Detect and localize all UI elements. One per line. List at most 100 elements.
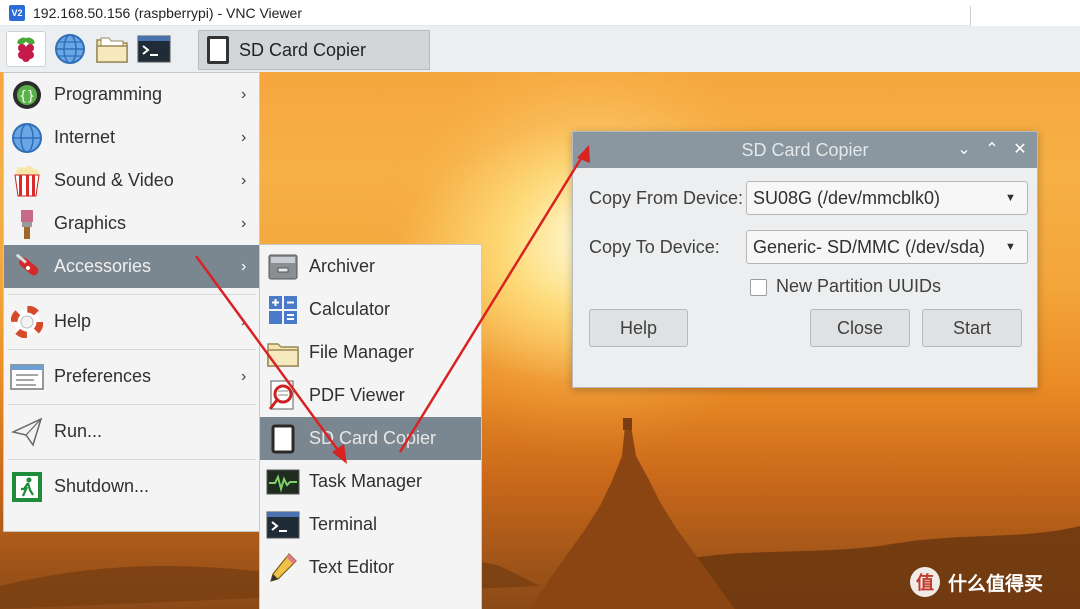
submenu-item-label: PDF Viewer (309, 385, 405, 405)
copy-from-value: SU08G (/dev/mmcblk0) (753, 187, 941, 208)
terminal-launcher[interactable] (136, 31, 172, 67)
paper-plane-icon (10, 415, 44, 449)
pdf-icon (266, 379, 300, 413)
popcorn-icon (10, 164, 44, 198)
raspberry-icon (17, 37, 35, 62)
menu-separator (8, 404, 256, 405)
preferences-icon (10, 360, 44, 394)
minimize-icon[interactable]: ⌄ (953, 138, 975, 160)
menu-item-graphics[interactable]: Graphics › (4, 202, 259, 245)
chevron-right-icon: › (241, 367, 247, 385)
archive-icon (266, 250, 300, 284)
start-button[interactable]: Start (922, 309, 1022, 347)
submenu-item-file-manager[interactable]: File Manager (260, 331, 481, 374)
globe-icon (10, 121, 44, 155)
menu-item-label: Graphics (54, 213, 127, 233)
menu-item-label: Sound & Video (54, 170, 174, 190)
task-manager-icon (266, 465, 300, 499)
submenu-item-label: Task Manager (309, 471, 423, 491)
paintbrush-icon (10, 207, 44, 241)
browser-launcher[interactable] (52, 31, 88, 67)
menu-item-label: Shutdown... (54, 476, 150, 496)
menu-item-label: Help (54, 311, 92, 331)
submenu-item-label: Text Editor (309, 557, 395, 577)
terminal-icon (137, 35, 171, 63)
copy-to-value: Generic- SD/MMC (/dev/sda) (753, 236, 986, 257)
taskbar: SD Card Copier (0, 26, 1080, 72)
vnc-window-title: 192.168.50.156 (raspberrypi) - VNC Viewe… (33, 4, 302, 21)
menu-item-sound-video[interactable]: Sound & Video › (4, 159, 259, 202)
close-button[interactable]: Close (810, 309, 910, 347)
file-manager-launcher[interactable] (94, 31, 130, 67)
accessories-submenu: Archiver Calculator File Manager PDF Vie… (259, 244, 482, 609)
chevron-right-icon: › (241, 257, 247, 275)
submenu-item-task-manager[interactable]: Task Manager (260, 460, 481, 503)
menu-separator (8, 459, 256, 460)
calculator-icon (266, 293, 300, 327)
submenu-item-sd-card-copier[interactable]: SD Card Copier (260, 417, 481, 460)
copy-to-select[interactable]: Generic- SD/MMC (/dev/sda) ▼ (746, 230, 1028, 264)
menu-item-programming[interactable]: {} Programming › (4, 73, 259, 116)
submenu-item-calculator[interactable]: Calculator (260, 288, 481, 331)
raspberry-menu-button[interactable] (6, 31, 46, 67)
terminal-icon (266, 508, 300, 542)
taskbar-task-sd-card-copier[interactable]: SD Card Copier (198, 30, 430, 70)
programming-icon: {} (10, 78, 44, 112)
folder-icon (96, 37, 128, 63)
sd-card-copier-dialog: SD Card Copier ⌄ ⌃ ✕ Copy From Device: S… (572, 131, 1038, 388)
smzdm-logo-icon: 值 (910, 567, 940, 597)
menu-item-shutdown[interactable]: Shutdown... (4, 465, 259, 508)
submenu-item-label: Terminal (309, 514, 378, 534)
submenu-item-terminal[interactable]: Terminal (260, 503, 481, 546)
dialog-title-bar[interactable]: SD Card Copier ⌄ ⌃ ✕ (573, 132, 1037, 168)
pocketknife-icon (10, 250, 44, 284)
menu-item-label: Internet (54, 127, 116, 147)
help-button[interactable]: Help (589, 309, 688, 347)
main-menu: {} Programming › Internet › Sound & Vide… (3, 72, 260, 532)
chevron-right-icon: › (241, 85, 247, 103)
menu-item-internet[interactable]: Internet › (4, 116, 259, 159)
globe-icon (55, 34, 85, 64)
lifebuoy-icon (10, 305, 44, 339)
chevron-right-icon: › (241, 214, 247, 232)
pencil-icon (266, 551, 300, 585)
copy-from-label: Copy From Device: (589, 188, 744, 208)
desktop: SD Card Copier {} Programming › Internet… (0, 26, 1080, 609)
svg-text:{}: {} (19, 89, 35, 104)
sd-card-icon (207, 36, 229, 64)
maximize-icon[interactable]: ⌃ (981, 138, 1003, 160)
menu-item-preferences[interactable]: Preferences › (4, 355, 259, 398)
close-icon[interactable]: ✕ (1009, 138, 1031, 160)
menu-separator (8, 349, 256, 350)
dropdown-arrow-icon: ▼ (1005, 192, 1016, 204)
submenu-item-label: SD Card Copier (309, 428, 437, 448)
menu-item-help[interactable]: Help › (4, 300, 259, 343)
copy-to-label: Copy To Device: (589, 237, 720, 257)
vnc-title-bar: V2 192.168.50.156 (raspberrypi) - VNC Vi… (0, 0, 1080, 34)
new-partition-uuids-checkbox[interactable] (750, 279, 767, 296)
exit-icon (10, 470, 44, 504)
submenu-item-text-editor[interactable]: Text Editor (260, 546, 481, 589)
menu-item-accessories[interactable]: Accessories › (4, 245, 259, 288)
chevron-right-icon: › (241, 312, 247, 330)
submenu-item-label: File Manager (309, 342, 415, 362)
submenu-item-label: Archiver (309, 256, 376, 276)
chevron-right-icon: › (241, 128, 247, 146)
submenu-item-label: Calculator (309, 299, 391, 319)
menu-item-label: Preferences (54, 366, 152, 386)
menu-item-run[interactable]: Run... (4, 410, 259, 453)
watermark-text: 什么值得买 (948, 573, 1044, 595)
submenu-item-archiver[interactable]: Archiver (260, 245, 481, 288)
vnc-logo-icon: V2 (9, 4, 25, 21)
submenu-item-pdf-viewer[interactable]: PDF Viewer (260, 374, 481, 417)
folder-icon (266, 336, 300, 370)
menu-item-label: Run... (54, 421, 103, 441)
chevron-right-icon: › (241, 171, 247, 189)
menu-item-label: Programming (54, 84, 163, 104)
watermark: 值 什么值得买 (910, 565, 1043, 599)
new-partition-uuids-label: New Partition UUIDs (776, 276, 942, 296)
sd-card-icon (266, 422, 300, 456)
taskbar-task-label: SD Card Copier (239, 39, 367, 60)
dropdown-arrow-icon: ▼ (1005, 241, 1016, 253)
copy-from-select[interactable]: SU08G (/dev/mmcblk0) ▼ (746, 181, 1028, 215)
